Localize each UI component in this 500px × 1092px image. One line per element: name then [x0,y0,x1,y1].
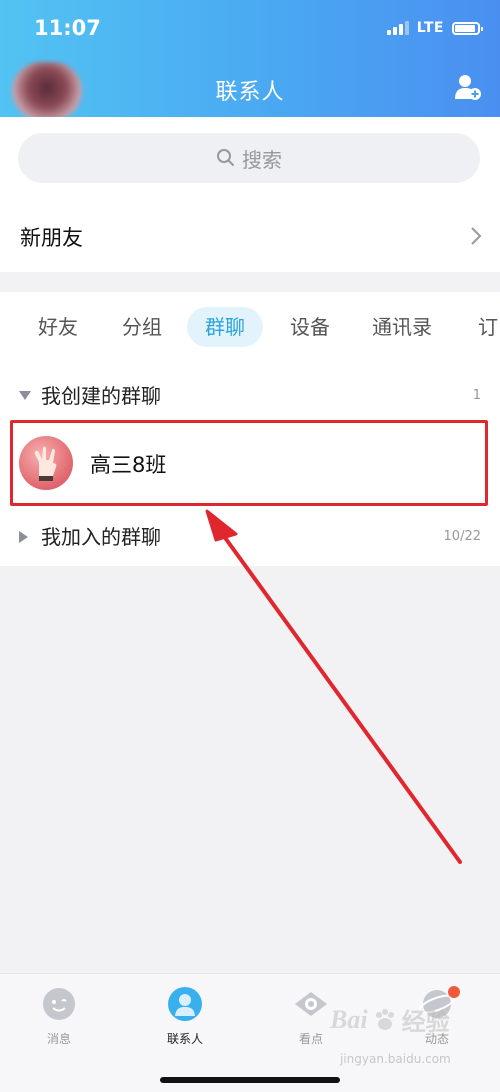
watermark-brand: Bai [330,1004,368,1034]
notification-badge [448,986,460,998]
watermark-brand-cn: 经验 [401,1008,450,1036]
triangle-down-icon [19,391,31,400]
tab-subscriptions[interactable]: 订 [460,307,500,347]
page-title: 联系人 [215,80,285,105]
eye-icon [295,992,327,1016]
tab-address-book[interactable]: 通讯录 [354,307,450,347]
add-contact-icon[interactable] [454,73,482,101]
new-friends-row[interactable]: 新朋友 [0,200,500,272]
tab-strip: 好友 分组 群聊 设备 通讯录 订 [0,307,500,351]
header-bar: 11:07 LTE 联系人 [0,0,500,120]
contacts-icon [168,987,202,1021]
section-joined[interactable]: 我加入的群聊 10/22 [0,517,500,557]
tab-groups[interactable]: 分组 [104,307,180,347]
tabbar-messages-label: 消息 [46,1032,71,1046]
search-icon [217,149,234,166]
message-icon [43,988,75,1020]
section-created-count: 1 [472,388,481,403]
tab-devices[interactable]: 设备 [272,307,348,347]
home-indicator[interactable] [160,1077,340,1083]
tabbar-contacts[interactable]: 联系人 [140,982,230,1047]
baidu-watermark: Bai 经验 [330,1002,450,1037]
section-joined-count: 10/22 [443,529,481,544]
paw-icon [375,1008,394,1030]
battery-icon [452,21,483,35]
section-created-label: 我创建的群聊 [41,384,161,408]
network-type: LTE [416,20,444,36]
tabbar-messages[interactable]: 消息 [14,982,104,1047]
signal-icon [386,21,409,35]
annotation-box [10,420,488,506]
status-indicators: LTE [386,20,483,36]
chevron-right-icon [471,227,482,245]
triangle-right-icon [19,531,28,543]
search-input[interactable]: 搜索 [18,133,480,183]
section-joined-label: 我加入的群聊 [41,525,161,549]
status-time: 11:07 [34,16,101,40]
new-friends-label: 新朋友 [20,226,83,250]
search-placeholder: 搜索 [242,147,282,172]
tabbar-contacts-label: 联系人 [166,1032,203,1046]
watermark-url: jingyan.baidu.com [340,1052,451,1066]
tab-friends[interactable]: 好友 [20,307,96,347]
section-created[interactable]: 我创建的群聊 1 [0,376,500,416]
tab-group-chats[interactable]: 群聊 [187,307,263,347]
